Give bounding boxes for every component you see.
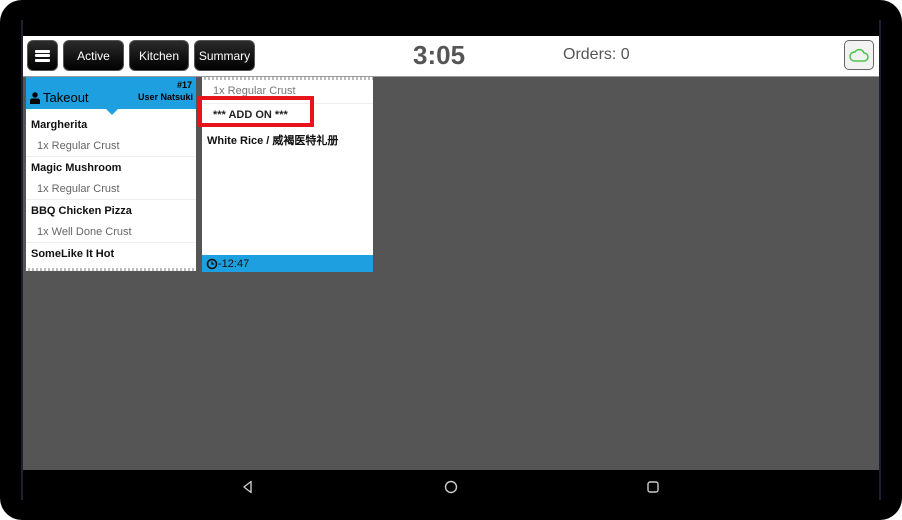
cloud-sync-icon <box>849 48 869 62</box>
ticket-modifier: 1x Regular Crust <box>26 179 196 200</box>
order-ticket[interactable]: Takeout #17 User Natsuki Margherita 1x R… <box>26 77 196 271</box>
order-type: Takeout <box>43 90 89 105</box>
torn-edge <box>26 268 196 271</box>
order-user: User Natsuki <box>137 92 193 102</box>
ticket-item: Magic Mushroom <box>31 161 122 174</box>
torn-edge <box>202 77 373 80</box>
ticket-modifier: 1x Well Done Crust <box>26 222 196 243</box>
ticket-modifier: 1x Regular Crust <box>26 136 196 157</box>
tab-active[interactable]: Active <box>63 40 124 71</box>
recents-square-icon[interactable] <box>646 480 660 494</box>
user-icon <box>30 92 40 104</box>
clock-icon <box>206 258 218 269</box>
android-navigation-bar <box>0 470 902 520</box>
highlight-box <box>197 96 314 127</box>
ticket-header: Takeout #17 User Natsuki <box>26 77 196 115</box>
tab-summary[interactable]: Summary <box>194 40 255 71</box>
menu-button[interactable] <box>27 40 58 71</box>
cloud-sync-button[interactable] <box>844 40 874 70</box>
bezel-edge-right <box>879 20 881 500</box>
ticket-item: White Rice / 威褐医特礼册 <box>207 135 339 147</box>
home-circle-icon[interactable] <box>444 480 458 494</box>
kitchen-display-screen: Active Kitchen Summary 3:05 Orders: 0 Ta… <box>23 36 879 470</box>
elapsed-timer: -12:47 <box>218 257 250 270</box>
orders-count: Orders: 0 <box>563 46 630 63</box>
ticket-item: SomeLike It Hot <box>31 247 115 260</box>
back-triangle-icon[interactable] <box>242 480 254 494</box>
clock-display: 3:05 <box>413 40 466 70</box>
ticket-footer: -12:47 <box>202 255 373 272</box>
ticket-items: Margherita 1x Regular Crust Magic Mushro… <box>26 114 196 265</box>
ticket-item: Margherita <box>31 118 88 131</box>
hamburger-menu-icon <box>35 49 50 62</box>
order-number: #17 <box>176 80 192 90</box>
top-toolbar: Active Kitchen Summary 3:05 Orders: 0 <box>23 36 879 77</box>
tab-kitchen[interactable]: Kitchen <box>129 40 189 71</box>
ticket-item: BBQ Chicken Pizza <box>31 204 132 217</box>
